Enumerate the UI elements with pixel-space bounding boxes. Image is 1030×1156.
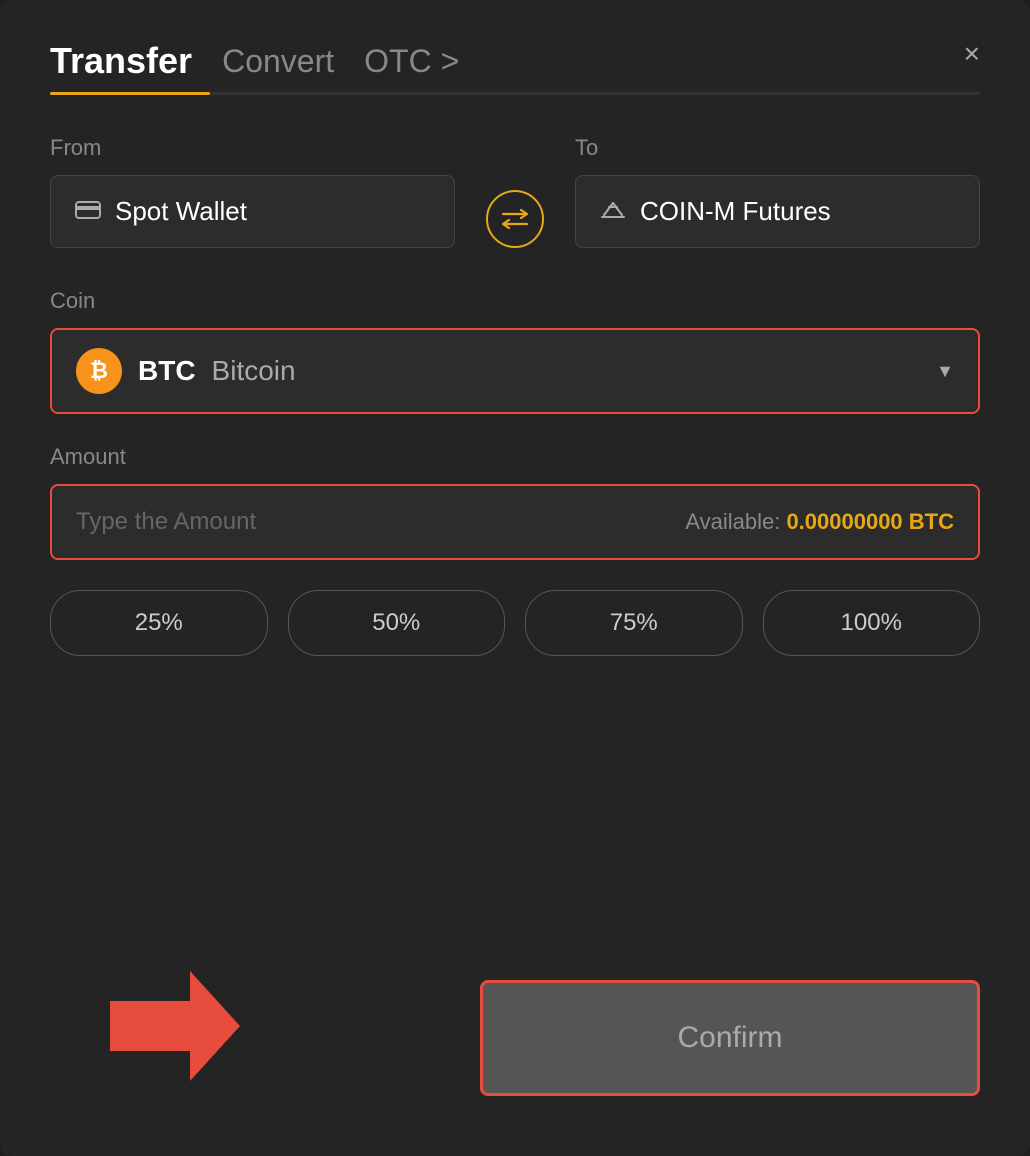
tab-underline-row [50,92,980,95]
tab-underline-active [50,92,210,95]
amount-label: Amount [50,444,980,470]
coin-label: Coin [50,288,980,314]
to-section: To COIN-M Futures [575,135,980,248]
transfer-modal: Transfer Convert OTC > × From Spot Walle… [0,0,1030,1156]
percent-25-button[interactable]: 25% [50,590,268,656]
swap-button[interactable] [486,190,544,248]
swap-btn-wrapper [475,190,555,248]
modal-header: Transfer Convert OTC > × [50,40,980,82]
to-wallet-select[interactable]: COIN-M Futures [575,175,980,248]
wallet-icon [75,199,101,225]
confirm-button[interactable]: Confirm [480,980,980,1096]
available-label: Available: [685,509,780,534]
confirm-row: Confirm [50,960,980,1096]
futures-icon [600,197,626,227]
from-wallet-name: Spot Wallet [115,196,247,227]
percent-row: 25% 50% 75% 100% [50,590,980,656]
from-section: From Spot Wallet [50,135,455,248]
percent-100-button[interactable]: 100% [763,590,981,656]
tab-transfer[interactable]: Transfer [50,40,192,82]
percent-50-button[interactable]: 50% [288,590,506,656]
coin-symbol: BTC [138,355,196,387]
to-wallet-name: COIN-M Futures [640,196,831,227]
tab-convert[interactable]: Convert [222,43,334,80]
coin-section: Coin ₿ BTC Bitcoin ▼ [50,288,980,414]
amount-input-box: Available: 0.00000000 BTC [50,484,980,560]
amount-input[interactable] [76,508,515,536]
chevron-down-icon: ▼ [936,361,954,382]
from-label: From [50,135,455,161]
tab-otc[interactable]: OTC > [364,43,459,80]
available-value: 0.00000000 BTC [786,509,954,534]
coin-fullname: Bitcoin [212,355,296,387]
coin-dropdown[interactable]: ₿ BTC Bitcoin ▼ [50,328,980,414]
amount-section: Amount Available: 0.00000000 BTC [50,444,980,560]
arrow-indicator [110,971,240,1086]
percent-75-button[interactable]: 75% [525,590,743,656]
to-label: To [575,135,980,161]
from-wallet-select[interactable]: Spot Wallet [50,175,455,248]
close-button[interactable]: × [964,40,980,68]
btc-icon: ₿ [76,348,122,394]
available-text: Available: 0.00000000 BTC [685,509,954,535]
